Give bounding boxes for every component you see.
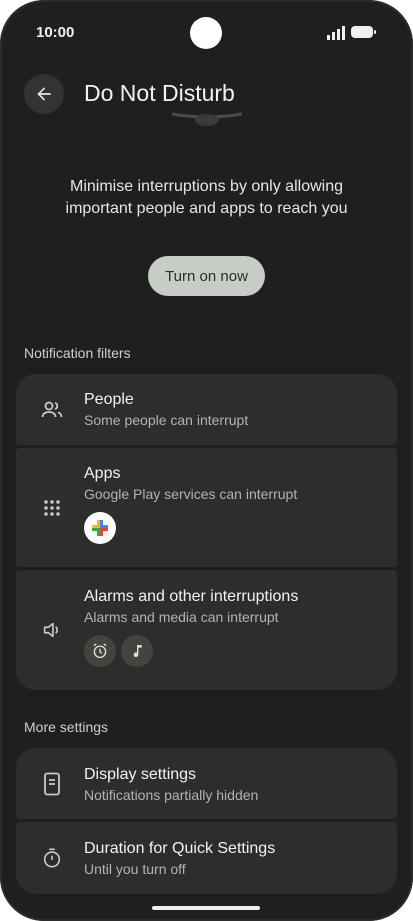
more-settings-header: More settings xyxy=(24,719,109,735)
apps-grid-icon xyxy=(40,496,64,520)
status-bar: 10:00 xyxy=(0,0,413,64)
google-play-services-icon xyxy=(84,512,116,544)
apps-subtitle: Google Play services can interrupt xyxy=(84,486,298,502)
people-subtitle: Some people can interrupt xyxy=(84,412,249,428)
cell-signal-icon xyxy=(327,26,345,40)
alarms-filter-item[interactable]: Alarms and other interruptions Alarms an… xyxy=(16,570,397,690)
apps-filter-item[interactable]: Apps Google Play services can interrupt xyxy=(16,448,397,567)
people-title: People xyxy=(84,391,134,408)
turn-on-now-button[interactable]: Turn on now xyxy=(148,256,265,296)
back-button[interactable] xyxy=(24,74,64,114)
duration-title: Duration for Quick Settings xyxy=(84,840,276,857)
notification-filters-header: Notification filters xyxy=(24,345,131,361)
dnd-description: Minimise interruptions by only allowing … xyxy=(65,178,348,217)
people-icon xyxy=(40,398,64,422)
display-settings-subtitle: Notifications partially hidden xyxy=(84,787,259,803)
people-filter-item[interactable]: People Some people can interrupt xyxy=(16,374,397,445)
display-settings-item[interactable]: Display settings Notifications partially… xyxy=(16,748,397,819)
phone-display-icon xyxy=(40,772,64,796)
page-title: Do Not Disturb xyxy=(84,80,235,106)
duration-quick-settings-item[interactable]: Duration for Quick Settings Until you tu… xyxy=(16,822,397,894)
battery-icon xyxy=(351,26,376,38)
music-note-icon xyxy=(121,635,153,667)
display-settings-title: Display settings xyxy=(84,766,197,783)
back-arrow-icon xyxy=(37,87,51,101)
timer-icon xyxy=(40,846,64,870)
gesture-handle[interactable] xyxy=(152,906,260,910)
alarm-clock-icon xyxy=(84,635,116,667)
status-time: 10:00 xyxy=(36,24,75,41)
illustration-fragment xyxy=(171,112,243,126)
camera-cutout xyxy=(190,17,222,49)
alarms-subtitle: Alarms and media can interrupt xyxy=(84,609,279,625)
alarms-title: Alarms and other interruptions xyxy=(84,588,299,605)
apps-title: Apps xyxy=(84,465,121,482)
phone-screen: 10:00 Do Not Disturb Minimise interrupti… xyxy=(0,0,413,921)
volume-icon xyxy=(40,618,64,642)
duration-subtitle: Until you turn off xyxy=(84,861,186,877)
